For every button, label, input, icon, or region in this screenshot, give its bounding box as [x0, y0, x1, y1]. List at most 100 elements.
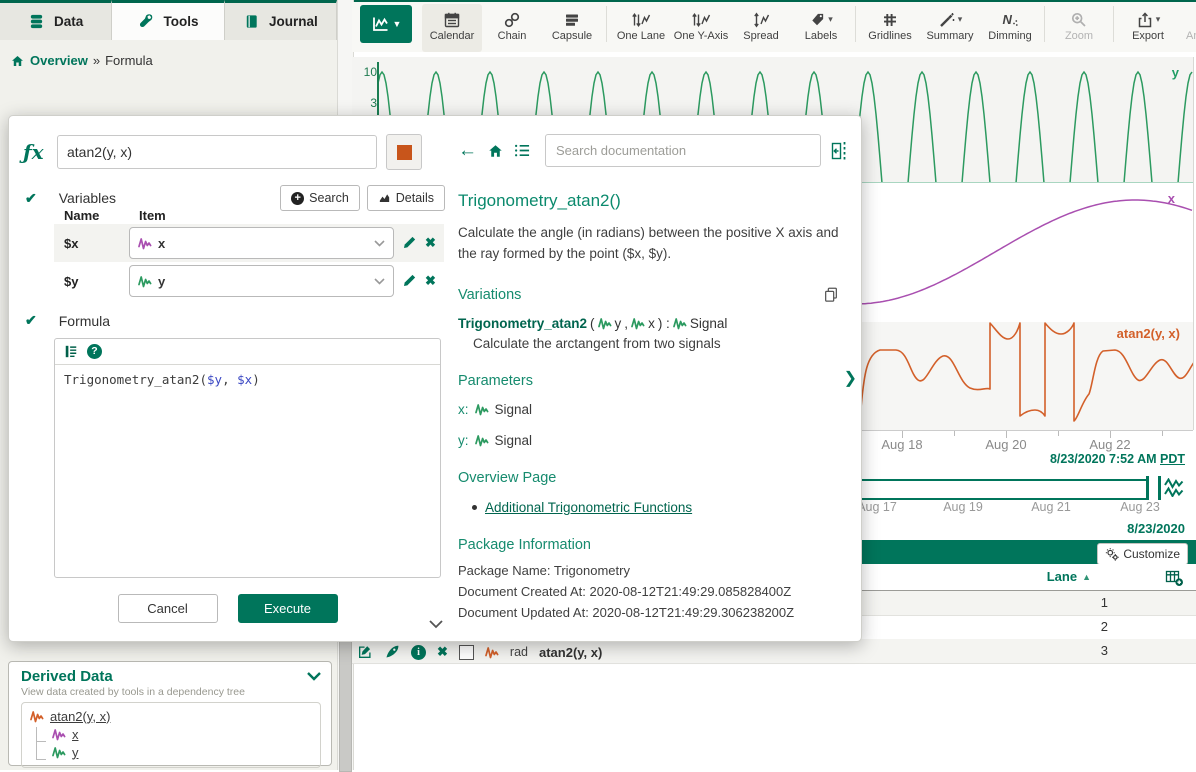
item-select-x[interactable]: x: [129, 227, 394, 259]
lane-label-y[interactable]: y: [1172, 65, 1179, 80]
one-y-axis-icon: [691, 9, 711, 30]
row-checkbox[interactable]: [459, 645, 474, 660]
docs-home-icon[interactable]: [487, 143, 504, 159]
timebar-tick: Aug 19: [928, 500, 998, 514]
auto-update-icon[interactable]: [1164, 478, 1184, 497]
timebar-tick: Aug 23: [1105, 500, 1175, 514]
tree-child-link[interactable]: y: [72, 745, 79, 760]
chart-right-border: [1193, 57, 1194, 430]
additional-trig-functions-link[interactable]: Additional Trigonometric Functions: [485, 500, 692, 515]
edit-variable-icon[interactable]: [402, 235, 417, 251]
tree-root-link[interactable]: atan2(y, x): [50, 709, 110, 724]
tree-connector: [36, 727, 46, 760]
toolbar-one-lane-button[interactable]: One Lane: [611, 4, 671, 52]
collapse-panel-icon[interactable]: [831, 140, 847, 162]
signature-text: x: [648, 316, 655, 331]
edit-variable-icon[interactable]: [402, 273, 417, 289]
lane-label-atan2[interactable]: atan2(y, x): [1117, 326, 1180, 341]
tab-journal[interactable]: Journal: [225, 0, 337, 40]
remove-variable-icon[interactable]: ✖: [425, 235, 436, 251]
rocket-icon[interactable]: [384, 644, 400, 660]
signal-icon: [485, 646, 499, 659]
execute-button[interactable]: Execute: [238, 594, 338, 623]
details-button[interactable]: Details: [367, 185, 445, 211]
copy-icon[interactable]: [823, 286, 839, 303]
toolbar-capsule-button[interactable]: Capsule: [542, 4, 602, 52]
add-column-icon[interactable]: [1165, 568, 1184, 587]
signal-icon: [52, 728, 66, 741]
toolbar-export-label: Export: [1132, 30, 1164, 42]
dimming-icon: N: [1001, 9, 1019, 30]
edit-icon[interactable]: [357, 644, 373, 660]
lane-column-header[interactable]: Lane ▲: [1047, 569, 1091, 584]
uom-label: rad: [510, 645, 528, 659]
remove-icon[interactable]: ✖: [437, 644, 448, 660]
variable-row-y: $y y ✖: [54, 262, 444, 300]
toolbar-calendar-button[interactable]: Calendar: [422, 4, 482, 52]
tree-child-link[interactable]: x: [72, 727, 79, 742]
zoom-magnifier-icon: [1070, 9, 1088, 30]
toolbar-dimming-button[interactable]: N Dimming: [980, 4, 1040, 52]
capsule-icon: [563, 9, 581, 30]
toolbar-labels-button[interactable]: ▾ Labels: [791, 4, 851, 52]
panel-tabs: Data Tools Journal: [0, 0, 337, 40]
function-signature: Trigonometry_atan2 ( y , x ) : Signal: [458, 316, 847, 331]
signal-icon: [673, 317, 687, 330]
signal-icon: [138, 275, 152, 288]
toolbar-zoom-button: Zoom: [1049, 4, 1109, 52]
documentation-search-input[interactable]: [545, 134, 821, 167]
package-information-heading: Package Information: [458, 537, 847, 553]
breadcrumb-overview-link[interactable]: Overview: [30, 53, 88, 68]
formula-list-icon[interactable]: [64, 344, 78, 359]
customize-button[interactable]: Customize: [1097, 543, 1188, 565]
formula-name-input[interactable]: [57, 135, 377, 169]
lane-value: 2: [1101, 619, 1108, 634]
item-select-y[interactable]: y: [129, 265, 394, 297]
fx-icon: ƒx: [23, 140, 57, 164]
expand-chevron-icon[interactable]: ❯: [844, 368, 857, 388]
item-select-value: y: [158, 274, 165, 289]
toolbar-one-lane-label: One Lane: [617, 30, 665, 42]
tab-data[interactable]: Data: [0, 0, 112, 40]
toolbar-summary-button[interactable]: ▾ Summary: [920, 4, 980, 52]
time-range-handle[interactable]: [1146, 476, 1161, 500]
toolbar-spread-button[interactable]: Spread: [731, 4, 791, 52]
package-updated: Document Updated At: 2020-08-12T21:49:29…: [458, 605, 847, 620]
toolbar-chain-button[interactable]: Chain: [482, 4, 542, 52]
formula-code-input[interactable]: Trigonometry_atan2($y, $x): [55, 365, 440, 394]
doc-description: Calculate the angle (in radians) between…: [458, 223, 850, 265]
trend-view-button[interactable]: ▼: [360, 5, 412, 43]
formula-editor: ? Trigonometry_atan2($y, $x): [54, 338, 441, 578]
breadcrumb-separator: »: [93, 53, 100, 68]
signal-icon: [598, 317, 612, 330]
documentation-pane: ← Trigonometry_atan2() Calculate the ang…: [446, 116, 861, 641]
tab-tools[interactable]: Tools: [112, 0, 224, 40]
toolbar-annotate-label: Annotate: [1186, 30, 1196, 42]
remove-variable-icon[interactable]: ✖: [425, 273, 436, 289]
cancel-button[interactable]: Cancel: [118, 594, 218, 623]
toolbar-one-y-axis-button[interactable]: One Y-Axis: [671, 4, 731, 52]
variable-name: $x: [64, 236, 129, 251]
index-list-icon[interactable]: [514, 143, 531, 158]
parameters-heading: Parameters: [458, 373, 847, 389]
home-icon: [10, 54, 25, 68]
color-swatch-button[interactable]: [386, 134, 422, 170]
back-icon[interactable]: ←: [458, 141, 477, 160]
timebar-end-date: 8/23/2020: [1127, 521, 1185, 536]
parameter-name: y:: [458, 433, 469, 448]
dialog-scroll-chevron-icon[interactable]: [429, 620, 443, 629]
info-icon[interactable]: i: [411, 645, 426, 660]
toolbar-gridlines-button[interactable]: Gridlines: [860, 4, 920, 52]
timezone-link[interactable]: PDT: [1160, 452, 1185, 466]
search-items-button[interactable]: +Search: [280, 185, 360, 211]
toolbar-export-button[interactable]: ▾ Export: [1118, 4, 1178, 52]
tab-data-label: Data: [54, 14, 83, 29]
signature-function-name: Trigonometry_atan2: [458, 316, 587, 331]
collapse-chevron-icon[interactable]: [307, 672, 321, 681]
code-variable: $y: [207, 372, 222, 387]
scrollbar-thumb[interactable]: [339, 626, 352, 772]
x-axis-tick: Aug 18: [862, 437, 942, 452]
lane-label-x[interactable]: x: [1168, 191, 1175, 206]
formula-form: ƒx ✔ Variables +Search Details Name Item…: [9, 116, 446, 641]
help-icon[interactable]: ?: [87, 344, 102, 359]
